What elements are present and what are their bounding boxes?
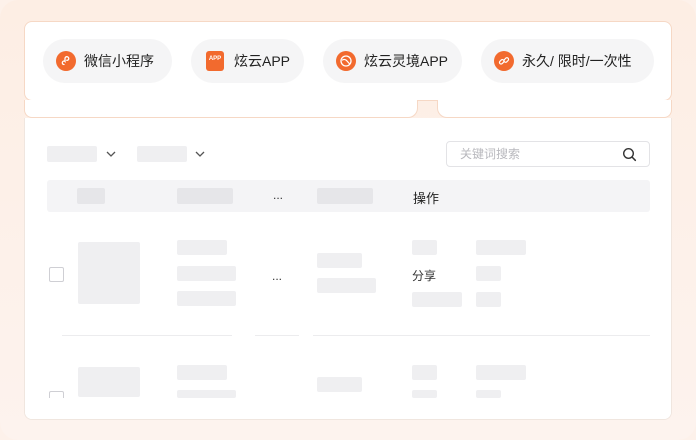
cell-placeholder <box>317 278 376 293</box>
feature-label: 微信小程序 <box>84 53 154 69</box>
chevron-down-icon[interactable] <box>194 149 206 159</box>
filter-dropdown-1[interactable] <box>47 146 97 162</box>
table-header: ... 操作 <box>47 180 650 212</box>
action-placeholder <box>476 240 526 255</box>
action-placeholder <box>476 365 526 380</box>
action-placeholder <box>412 390 437 398</box>
search-input[interactable]: 关键词搜索 <box>446 141 650 167</box>
row-divider <box>255 335 299 336</box>
row-ellipsis: ... <box>272 269 283 283</box>
list-bottom-mask <box>25 398 671 419</box>
chevron-down-icon[interactable] <box>105 149 117 159</box>
feature-label: 永久/ 限时/一次性 <box>522 53 632 69</box>
search-icon[interactable] <box>622 147 637 162</box>
mini-program-icon <box>56 51 76 71</box>
file-name-placeholder <box>177 240 227 255</box>
share-link[interactable]: 分享 <box>412 267 436 284</box>
file-name-placeholder <box>177 365 227 380</box>
card-notch-left <box>24 100 418 118</box>
file-thumbnail <box>78 367 140 397</box>
cell-placeholder <box>317 377 362 392</box>
file-list-card: 关键词搜索 ... 操作 ... 分享 <box>24 118 672 420</box>
header-action: 操作 <box>413 191 440 206</box>
action-placeholder <box>476 292 501 307</box>
file-thumbnail <box>78 242 140 304</box>
feature-pill-mini-program[interactable]: 微信小程序 <box>43 39 172 83</box>
header-cell-placeholder <box>177 188 233 204</box>
action-placeholder <box>412 292 462 307</box>
header-ellipsis: ... <box>273 188 284 202</box>
header-cell-placeholder <box>77 188 105 204</box>
feature-card: 微信小程序 APP 炫云APP 炫云灵境APP 永久/ 限时/一次性 <box>24 21 672 101</box>
row-divider <box>62 335 232 336</box>
card-notch-right <box>437 100 672 118</box>
action-placeholder <box>412 240 437 255</box>
feature-pill-lingjing-app[interactable]: 炫云灵境APP <box>323 39 462 83</box>
action-placeholder <box>476 266 501 281</box>
action-placeholder <box>476 390 501 398</box>
feature-pill-share-duration[interactable]: 永久/ 限时/一次性 <box>481 39 654 83</box>
header-cell-placeholder <box>317 188 373 204</box>
row-checkbox[interactable] <box>49 267 64 282</box>
file-info-placeholder <box>177 266 236 281</box>
link-icon <box>494 51 514 71</box>
feature-pill-app[interactable]: APP 炫云APP <box>191 39 304 83</box>
feature-label: 炫云APP <box>234 53 291 69</box>
row-divider <box>313 335 650 336</box>
filter-dropdown-2[interactable] <box>137 146 187 162</box>
app-icon: APP <box>206 51 224 71</box>
file-info-placeholder <box>177 291 236 306</box>
cell-placeholder <box>317 253 362 268</box>
lingjing-app-icon <box>336 51 356 71</box>
action-placeholder <box>412 365 437 380</box>
file-info-placeholder <box>177 390 236 398</box>
feature-label: 炫云灵境APP <box>364 53 449 69</box>
search-placeholder: 关键词搜索 <box>460 147 521 161</box>
